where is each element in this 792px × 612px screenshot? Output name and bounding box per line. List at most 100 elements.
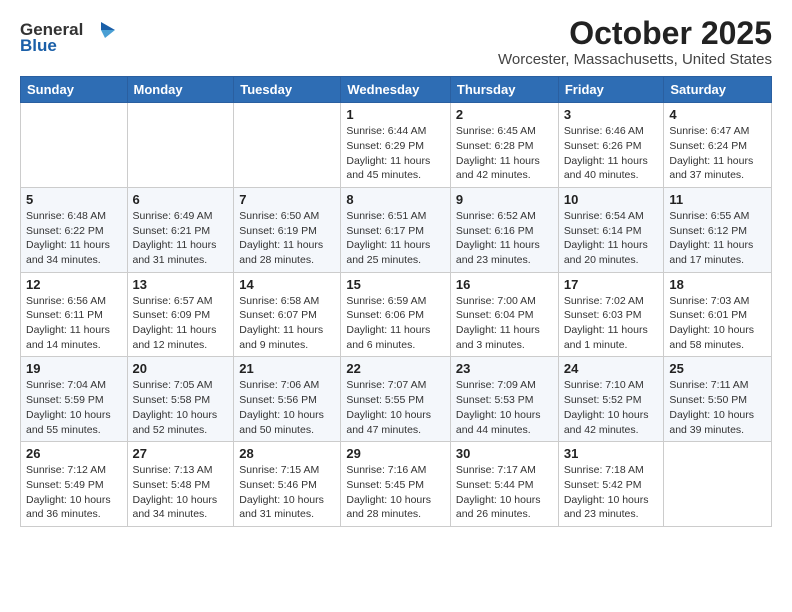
table-row: 11Sunrise: 6:55 AMSunset: 6:12 PMDayligh… (664, 187, 772, 272)
cell-day-info: Sunrise: 7:12 AMSunset: 5:49 PMDaylight:… (26, 463, 122, 522)
cell-day-number: 22 (346, 361, 445, 376)
cell-day-number: 31 (564, 446, 659, 461)
logo: General Blue (20, 20, 115, 56)
table-row: 18 Sunrise: 7:03 AMSunset: 6:01 PMDayligh… (664, 272, 772, 357)
table-row: 2Sunrise: 6:45 AMSunset: 6:28 PMDaylight… (450, 103, 558, 188)
calendar-week-row: 19Sunrise: 7:04 AMSunset: 5:59 PMDayligh… (21, 357, 772, 442)
cell-day-info: Sunrise: 7:00 AMSunset: 6:04 PMDaylight:… (456, 294, 553, 353)
cell-day-info: Sunrise: 7:04 AMSunset: 5:59 PMDaylight:… (26, 378, 122, 437)
cell-day-info: Sunrise: 6:45 AMSunset: 6:28 PMDaylight:… (456, 124, 553, 183)
table-row: 13 Sunrise: 6:57 AMSunset: 6:09 PMDayligh… (127, 272, 234, 357)
calendar-week-row: 12Sunrise: 6:56 AMSunset: 6:11 PMDayligh… (21, 272, 772, 357)
cell-day-info: Sunrise: 6:51 AMSunset: 6:17 PMDaylight:… (346, 209, 445, 268)
table-row: 22 Sunrise: 7:07 AMSunset: 5:55 PMDayligh… (341, 357, 451, 442)
calendar-week-row: 1Sunrise: 6:44 AMSunset: 6:29 PMDaylight… (21, 103, 772, 188)
cell-day-info: Sunrise: 7:06 AMSunset: 5:56 PMDaylight:… (239, 378, 335, 437)
table-row: 14Sunrise: 6:58 AMSunset: 6:07 PMDayligh… (234, 272, 341, 357)
cell-day-info: Sunrise: 7:03 AMSunset: 6:01 PMDaylight:… (669, 294, 766, 353)
cell-day-info: Sunrise: 7:02 AMSunset: 6:03 PMDaylight:… (564, 294, 659, 353)
cell-day-info: Sunrise: 6:56 AMSunset: 6:11 PMDaylight:… (26, 294, 122, 353)
table-row: 20 Sunrise: 7:05 AMSunset: 5:58 PMDayligh… (127, 357, 234, 442)
title-block: October 2025 Worcester, Massachusetts, U… (498, 16, 772, 68)
calendar-title: October 2025 (498, 16, 772, 51)
table-row: 16 Sunrise: 7:00 AMSunset: 6:04 PMDayligh… (450, 272, 558, 357)
table-row: 7 Sunrise: 6:50 AMSunset: 6:19 PMDaylight… (234, 187, 341, 272)
table-row: 19Sunrise: 7:04 AMSunset: 5:59 PMDayligh… (21, 357, 128, 442)
col-friday: Friday (558, 77, 664, 103)
cell-day-number: 26 (26, 446, 122, 461)
table-row: 4 Sunrise: 6:47 AMSunset: 6:24 PMDaylight… (664, 103, 772, 188)
table-row: 15 Sunrise: 6:59 AMSunset: 6:06 PMDayligh… (341, 272, 451, 357)
table-row: 10Sunrise: 6:54 AMSunset: 6:14 PMDayligh… (558, 187, 664, 272)
cell-day-number: 24 (564, 361, 659, 376)
cell-day-number: 7 (239, 192, 335, 207)
cell-day-info: Sunrise: 6:49 AMSunset: 6:21 PMDaylight:… (133, 209, 229, 268)
table-row: 23Sunrise: 7:09 AMSunset: 5:53 PMDayligh… (450, 357, 558, 442)
cell-day-info: Sunrise: 7:17 AMSunset: 5:44 PMDaylight:… (456, 463, 553, 522)
table-row: 9 Sunrise: 6:52 AMSunset: 6:16 PMDaylight… (450, 187, 558, 272)
cell-day-number: 21 (239, 361, 335, 376)
cell-day-info: Sunrise: 6:44 AMSunset: 6:29 PMDaylight:… (346, 124, 445, 183)
col-saturday: Saturday (664, 77, 772, 103)
cell-day-number: 18 (669, 277, 766, 292)
col-monday: Monday (127, 77, 234, 103)
logo-bird-icon (87, 20, 115, 40)
cell-day-number: 15 (346, 277, 445, 292)
calendar-week-row: 5 Sunrise: 6:48 AMSunset: 6:22 PMDaylight… (21, 187, 772, 272)
calendar-table: Sunday Monday Tuesday Wednesday Thursday… (20, 76, 772, 527)
cell-day-number: 6 (133, 192, 229, 207)
col-wednesday: Wednesday (341, 77, 451, 103)
col-tuesday: Tuesday (234, 77, 341, 103)
cell-day-info: Sunrise: 7:13 AMSunset: 5:48 PMDaylight:… (133, 463, 229, 522)
table-row: 21 Sunrise: 7:06 AMSunset: 5:56 PMDayligh… (234, 357, 341, 442)
table-row: 25Sunrise: 7:11 AMSunset: 5:50 PMDayligh… (664, 357, 772, 442)
table-row: 31 Sunrise: 7:18 AMSunset: 5:42 PMDayligh… (558, 442, 664, 527)
table-row: 27 Sunrise: 7:13 AMSunset: 5:48 PMDayligh… (127, 442, 234, 527)
cell-day-number: 20 (133, 361, 229, 376)
cell-day-number: 13 (133, 277, 229, 292)
cell-day-info: Sunrise: 6:52 AMSunset: 6:16 PMDaylight:… (456, 209, 553, 268)
table-row: 12Sunrise: 6:56 AMSunset: 6:11 PMDayligh… (21, 272, 128, 357)
cell-day-number: 4 (669, 107, 766, 122)
table-row (127, 103, 234, 188)
cell-day-info: Sunrise: 7:18 AMSunset: 5:42 PMDaylight:… (564, 463, 659, 522)
cell-day-info: Sunrise: 6:57 AMSunset: 6:09 PMDaylight:… (133, 294, 229, 353)
cell-day-number: 16 (456, 277, 553, 292)
cell-day-info: Sunrise: 7:10 AMSunset: 5:52 PMDaylight:… (564, 378, 659, 437)
cell-day-info: Sunrise: 7:05 AMSunset: 5:58 PMDaylight:… (133, 378, 229, 437)
cell-day-number: 27 (133, 446, 229, 461)
cell-day-number: 10 (564, 192, 659, 207)
cell-day-info: Sunrise: 6:58 AMSunset: 6:07 PMDaylight:… (239, 294, 335, 353)
cell-day-number: 23 (456, 361, 553, 376)
cell-day-number: 25 (669, 361, 766, 376)
cell-day-info: Sunrise: 7:15 AMSunset: 5:46 PMDaylight:… (239, 463, 335, 522)
table-row: 17 Sunrise: 7:02 AMSunset: 6:03 PMDayligh… (558, 272, 664, 357)
table-row: 3Sunrise: 6:46 AMSunset: 6:26 PMDaylight… (558, 103, 664, 188)
col-sunday: Sunday (21, 77, 128, 103)
cell-day-number: 29 (346, 446, 445, 461)
cell-day-info: Sunrise: 6:48 AMSunset: 6:22 PMDaylight:… (26, 209, 122, 268)
cell-day-info: Sunrise: 7:16 AMSunset: 5:45 PMDaylight:… (346, 463, 445, 522)
calendar-header-row: Sunday Monday Tuesday Wednesday Thursday… (21, 77, 772, 103)
cell-day-number: 30 (456, 446, 553, 461)
cell-day-info: Sunrise: 6:50 AMSunset: 6:19 PMDaylight:… (239, 209, 335, 268)
cell-day-info: Sunrise: 7:07 AMSunset: 5:55 PMDaylight:… (346, 378, 445, 437)
logo-blue: Blue (20, 36, 57, 56)
cell-day-number: 11 (669, 192, 766, 207)
cell-day-number: 8 (346, 192, 445, 207)
table-row (234, 103, 341, 188)
cell-day-number: 9 (456, 192, 553, 207)
cell-day-number: 3 (564, 107, 659, 122)
cell-day-number: 17 (564, 277, 659, 292)
calendar-week-row: 26 Sunrise: 7:12 AMSunset: 5:49 PMDayligh… (21, 442, 772, 527)
cell-day-number: 5 (26, 192, 122, 207)
table-row: 29 Sunrise: 7:16 AMSunset: 5:45 PMDayligh… (341, 442, 451, 527)
table-row: 5 Sunrise: 6:48 AMSunset: 6:22 PMDaylight… (21, 187, 128, 272)
cell-day-info: Sunrise: 6:47 AMSunset: 6:24 PMDaylight:… (669, 124, 766, 183)
calendar-subtitle: Worcester, Massachusetts, United States (498, 51, 772, 68)
cell-day-info: Sunrise: 6:59 AMSunset: 6:06 PMDaylight:… (346, 294, 445, 353)
table-row: 1Sunrise: 6:44 AMSunset: 6:29 PMDaylight… (341, 103, 451, 188)
table-row (664, 442, 772, 527)
col-thursday: Thursday (450, 77, 558, 103)
table-row: 6 Sunrise: 6:49 AMSunset: 6:21 PMDaylight… (127, 187, 234, 272)
